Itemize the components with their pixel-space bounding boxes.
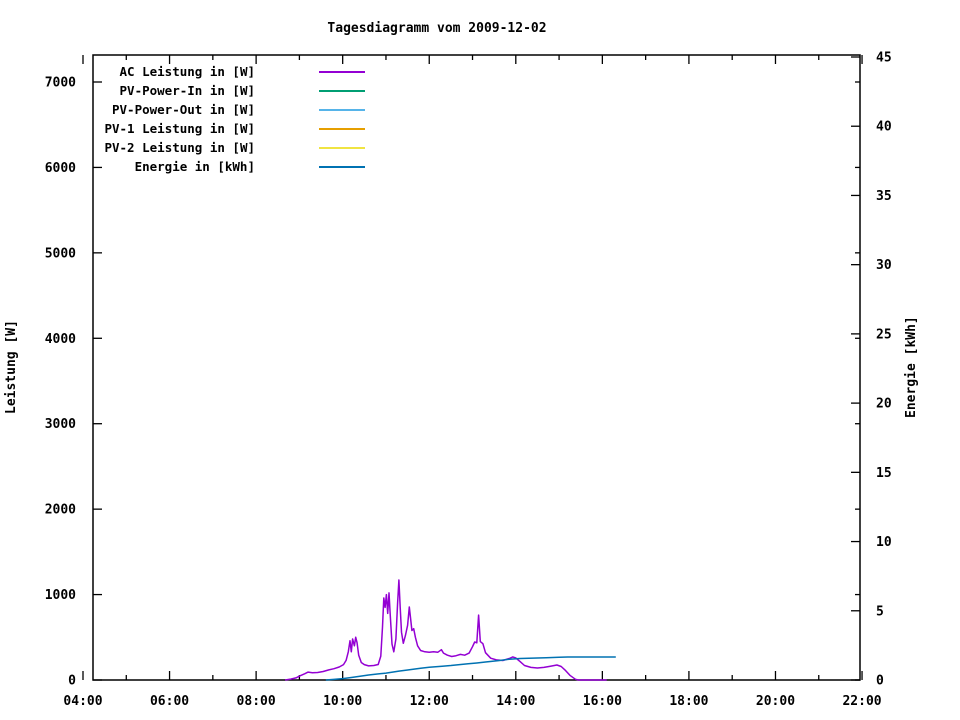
y1-tick-label: 0 [68,674,76,689]
y1-tick-label: 6000 [45,161,76,176]
y2-tick-label: 10 [876,535,892,550]
legend-color-line [319,71,365,73]
x-tick-label: 18:00 [669,694,708,709]
series-line-0 [285,580,607,680]
y1-tick-label: 1000 [45,588,76,603]
legend-color-line [319,166,365,168]
legend-label: PV-1 Leistung in [W] [93,121,255,136]
y2-tick-label: 45 [876,51,892,66]
x-tick-label: 12:00 [410,694,449,709]
legend-item-4: PV-2 Leistung in [W] [93,138,365,157]
y2-tick-label: 30 [876,258,892,273]
x-tick-label: 20:00 [756,694,795,709]
legend-color-line [319,109,365,111]
x-tick-label: 06:00 [150,694,189,709]
y2-tick-label: 20 [876,397,892,412]
x-tick-label: 14:00 [496,694,535,709]
legend-item-0: AC Leistung in [W] [93,62,365,81]
legend-item-3: PV-1 Leistung in [W] [93,119,365,138]
legend-label: PV-2 Leistung in [W] [93,140,255,155]
legend-color-line [319,90,365,92]
y2-tick-label: 5 [876,604,884,619]
legend-item-5: Energie in [kWh] [93,157,365,176]
x-tick-label: 10:00 [323,694,362,709]
y2-tick-label: 35 [876,189,892,204]
legend-label: PV-Power-In in [W] [93,83,255,98]
legend-item-1: PV-Power-In in [W] [93,81,365,100]
legend-color-line [319,128,365,130]
y1-tick-label: 7000 [45,76,76,91]
legend-label: AC Leistung in [W] [93,64,255,79]
y1-tick-label: 2000 [45,503,76,518]
y1-tick-label: 4000 [45,332,76,347]
legend-color-line [319,147,365,149]
y1-tick-label: 3000 [45,417,76,432]
y2-tick-label: 0 [876,674,884,689]
x-tick-label: 04:00 [63,694,102,709]
x-tick-label: 08:00 [237,694,276,709]
y2-tick-label: 25 [876,327,892,342]
legend-item-2: PV-Power-Out in [W] [93,100,365,119]
legend-label: Energie in [kWh] [93,159,255,174]
legend: AC Leistung in [W] PV-Power-In in [W] PV-P… [93,62,365,176]
x-tick-label: 16:00 [583,694,622,709]
x-tick-label: 22:00 [842,694,881,709]
chart-screen: Tagesdiagramm vom 2009-12-02 Leistung [W… [0,0,960,720]
y2-tick-label: 40 [876,120,892,135]
y2-tick-label: 15 [876,466,892,481]
y1-tick-label: 5000 [45,246,76,261]
legend-label: PV-Power-Out in [W] [93,102,255,117]
